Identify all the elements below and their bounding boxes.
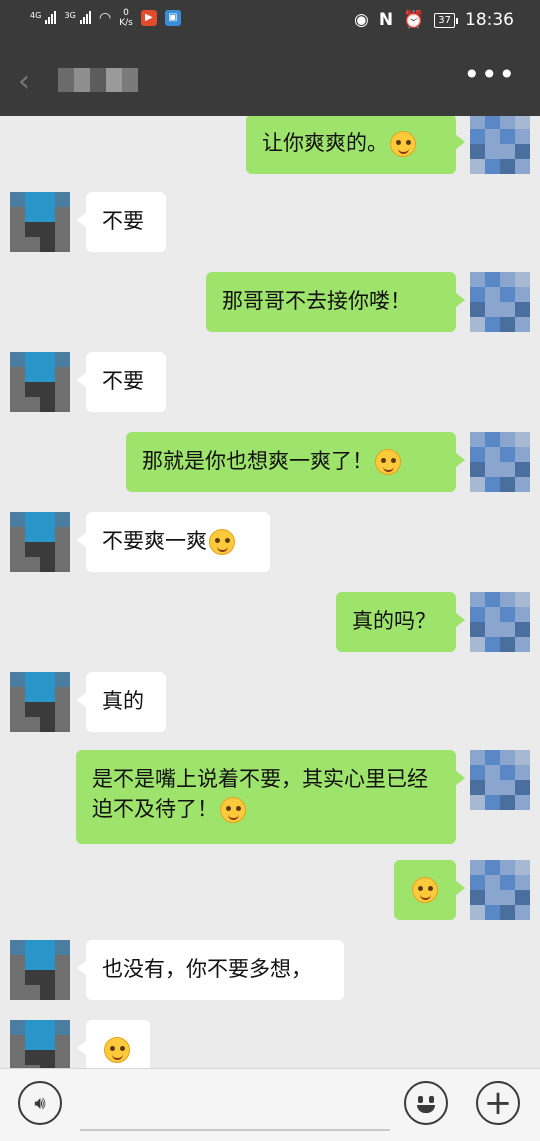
received-message-bubble[interactable]: 不要 xyxy=(77,192,166,252)
received-message-bubble[interactable] xyxy=(77,1020,150,1068)
blush-emoji-icon xyxy=(220,797,246,823)
status-bar: 4G 3G ◠ 0 K/s ▶ ▣ ◉ N ⏰ 37 18:36 xyxy=(0,0,540,44)
message-text: 那哥哥不去接你喽！ xyxy=(222,289,411,313)
self-avatar[interactable] xyxy=(470,592,530,652)
speed-value: 0 xyxy=(123,8,129,18)
contact-avatar[interactable] xyxy=(10,1020,70,1068)
wifi-icon: ◠ xyxy=(98,10,112,26)
received-message-bubble[interactable]: 也没有，你不要多想， xyxy=(77,940,344,1000)
message-text: 真的吗？ xyxy=(352,609,436,633)
voice-icon[interactable]: 🔊︎ xyxy=(18,1081,62,1125)
nfc-icon: N xyxy=(378,10,394,30)
sent-message-bubble[interactable]: 那就是你也想爽一爽了！ xyxy=(126,432,465,492)
message-row: 真的 xyxy=(0,672,540,732)
chat-area[interactable]: 让你爽爽的。 不要 那哥哥不去接你喽！ 不要 那就是你也想爽一爽了！ 不要爽一爽 真的吗？真… xyxy=(0,116,540,1068)
signal-bars-icon xyxy=(79,10,91,24)
message-text: 不要爽一爽 xyxy=(102,529,207,553)
self-avatar[interactable] xyxy=(470,272,530,332)
message-row: 不要 xyxy=(0,352,540,412)
signal-4g: 4G xyxy=(30,10,57,27)
message-text: 让你爽爽的。 xyxy=(262,131,388,155)
contact-avatar[interactable] xyxy=(10,940,70,1000)
message-row: 是不是嘴上说着不要，其实心里已经迫不及待了！ xyxy=(0,750,540,844)
message-text: 那就是你也想爽一爽了！ xyxy=(142,449,373,473)
network-type-label: 3G xyxy=(64,10,76,20)
message-row: 那哥哥不去接你喽！ xyxy=(0,272,540,332)
message-row xyxy=(0,860,540,920)
chevron-left-icon[interactable]: ‹ xyxy=(18,64,30,99)
message-text: 是不是嘴上说着不要，其实心里已经迫不及待了！ xyxy=(92,767,428,821)
video-app-icon: ▶ xyxy=(140,10,157,26)
contact-name-blurred xyxy=(58,68,138,92)
sent-message-bubble[interactable] xyxy=(394,860,465,920)
more-options-button[interactable]: ••• xyxy=(463,58,516,91)
self-avatar[interactable] xyxy=(470,860,530,920)
contact-avatar[interactable] xyxy=(10,512,70,572)
plus-button[interactable]: + xyxy=(476,1081,520,1125)
blush-emoji-icon xyxy=(390,131,416,157)
contact-avatar[interactable] xyxy=(10,672,70,732)
battery-icon: 37 xyxy=(434,12,458,28)
message-row: 不要 xyxy=(0,192,540,252)
message-row: 那就是你也想爽一爽了！ xyxy=(0,432,540,492)
sent-message-bubble[interactable]: 那哥哥不去接你喽！ xyxy=(206,272,465,332)
message-input[interactable] xyxy=(80,1129,390,1131)
message-row: 不要爽一爽 xyxy=(0,512,540,572)
sent-message-bubble[interactable]: 是不是嘴上说着不要，其实心里已经迫不及待了！ xyxy=(76,750,465,844)
sent-message-bubble[interactable]: 让你爽爽的。 xyxy=(246,116,465,174)
self-avatar[interactable] xyxy=(470,432,530,492)
contact-avatar[interactable] xyxy=(10,192,70,252)
message-row: 真的吗？ xyxy=(0,592,540,652)
received-message-bubble[interactable]: 真的 xyxy=(77,672,166,732)
wink-tongue-emoji-icon xyxy=(375,449,401,475)
message-row: 让你爽爽的。 xyxy=(0,116,540,174)
contact-avatar[interactable] xyxy=(10,352,70,412)
laugh-cry-emoji-icon xyxy=(104,1037,130,1063)
message-row: 也没有，你不要多想， xyxy=(0,940,540,1000)
message-text: 也没有，你不要多想， xyxy=(102,957,312,981)
received-message-bubble[interactable]: 不要爽一爽 xyxy=(77,512,270,572)
signal-3g: 3G xyxy=(64,10,91,27)
signal-bars-icon xyxy=(45,10,57,24)
gallery-app-icon: ▣ xyxy=(164,10,181,26)
chat-header: ‹ ••• xyxy=(0,50,540,110)
eye-icon: ◉ xyxy=(354,10,369,30)
clock-time: 18:36 xyxy=(465,10,514,30)
network-speed: 0 K/s xyxy=(119,8,133,28)
self-avatar[interactable] xyxy=(470,116,530,174)
message-text: 不要 xyxy=(102,369,144,393)
laugh-cry-emoji-icon xyxy=(209,529,235,555)
message-row xyxy=(0,1020,540,1068)
input-bar: 🔊︎ + xyxy=(0,1068,540,1141)
sent-message-bubble[interactable]: 真的吗？ xyxy=(336,592,465,652)
emoji-face-icon[interactable] xyxy=(404,1081,448,1125)
message-text: 真的 xyxy=(102,689,144,713)
speed-unit: K/s xyxy=(119,18,133,28)
network-type-label: 4G xyxy=(30,10,42,20)
grin-emoji-icon xyxy=(412,877,438,903)
alarm-icon: ⏰ xyxy=(403,10,425,30)
top-chrome: 4G 3G ◠ 0 K/s ▶ ▣ ◉ N ⏰ 37 18:36 ‹ ••• xyxy=(0,0,540,116)
self-avatar[interactable] xyxy=(470,750,530,810)
message-text: 不要 xyxy=(102,209,144,233)
received-message-bubble[interactable]: 不要 xyxy=(77,352,166,412)
